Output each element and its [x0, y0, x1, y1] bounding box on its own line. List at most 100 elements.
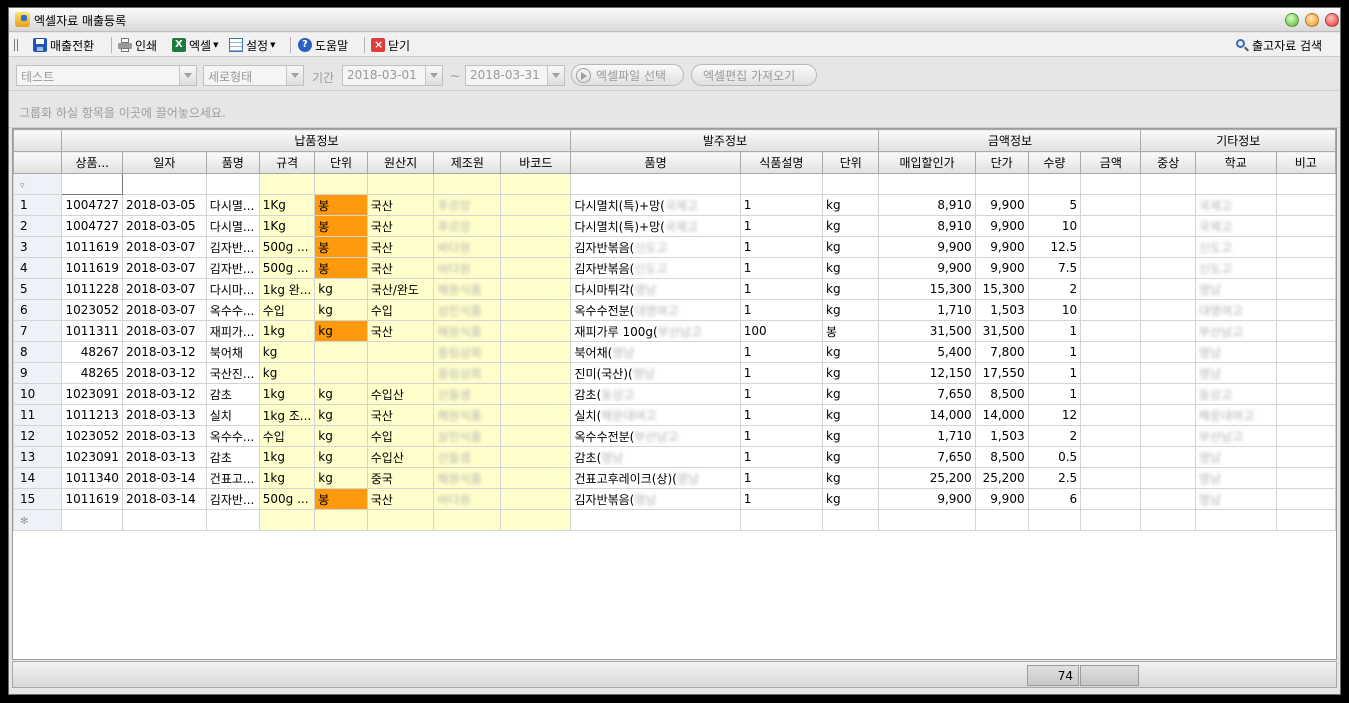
table-row[interactable]: 8 48267 2018-03-12 북어채 kg 용림상회 북어채(영남 1 kg 5,400 7… [13, 341, 1336, 363]
cell-unit[interactable]: kg [314, 299, 368, 321]
chevron-down-icon[interactable] [179, 66, 196, 85]
cell-order-name[interactable]: 감초(동상고 [570, 383, 741, 405]
cell-disc-price[interactable]: 14,000 [878, 404, 976, 426]
cell-note[interactable] [1275, 446, 1336, 468]
cell-unit-price[interactable]: 14,000 [974, 404, 1029, 426]
column-header[interactable]: 일자 [121, 151, 207, 174]
band-amount-info[interactable]: 금액정보 [878, 129, 1142, 152]
cell-date[interactable]: 2018-03-07 [121, 257, 207, 279]
cell-qty[interactable]: 10 [1027, 215, 1082, 237]
filter-cell[interactable] [61, 173, 123, 195]
cell-order-unit[interactable]: kg [822, 425, 880, 447]
chevron-down-icon[interactable] [547, 66, 564, 85]
cell-jungsang[interactable] [1140, 215, 1196, 237]
cell-barcode[interactable] [500, 362, 572, 384]
close-button[interactable]: × 닫기 [371, 37, 410, 53]
cell-school[interactable]: 동상고 [1194, 383, 1277, 405]
cell-name[interactable]: 감초 [205, 383, 260, 405]
cell-food-desc[interactable]: 1 [739, 341, 824, 363]
column-header[interactable]: 제조원 [433, 151, 502, 174]
cell-code[interactable]: 1011340 [61, 467, 123, 489]
cell-maker[interactable]: 용림상회 [433, 362, 502, 384]
new-row-cell[interactable] [1194, 509, 1277, 531]
cell-jungsang[interactable] [1140, 362, 1196, 384]
new-row-cell[interactable] [1140, 509, 1196, 531]
band-delivery-info[interactable]: 납품정보 [61, 129, 572, 152]
row-number[interactable]: 1 [13, 194, 63, 216]
cell-order-name[interactable]: 옥수수전분(대명여고 [570, 299, 741, 321]
new-row-cell[interactable] [1275, 509, 1336, 531]
chevron-down-icon[interactable] [425, 66, 442, 85]
cell-amount[interactable] [1080, 425, 1142, 447]
cell-origin[interactable]: 국산 [366, 257, 435, 279]
cell-origin[interactable]: 중국 [366, 467, 435, 489]
filter-cell[interactable] [1027, 173, 1082, 195]
cell-spec[interactable]: 1kg [258, 320, 316, 342]
column-header[interactable]: 단위 [314, 151, 368, 174]
cell-barcode[interactable] [500, 467, 572, 489]
cell-origin[interactable]: 국산 [366, 488, 435, 510]
cell-unit-price[interactable]: 9,900 [974, 257, 1029, 279]
filter-cell[interactable] [570, 173, 741, 195]
cell-barcode[interactable] [500, 320, 572, 342]
cell-barcode[interactable] [500, 236, 572, 258]
cell-note[interactable] [1275, 488, 1336, 510]
cell-qty[interactable]: 1 [1027, 341, 1082, 363]
row-number[interactable]: 8 [13, 341, 63, 363]
cell-code[interactable]: 1011619 [61, 488, 123, 510]
cell-qty[interactable]: 12.5 [1027, 236, 1082, 258]
column-header[interactable]: 품명 [570, 151, 741, 174]
cell-date[interactable]: 2018-03-12 [121, 383, 207, 405]
filter-cell[interactable] [433, 173, 502, 195]
cell-note[interactable] [1275, 404, 1336, 426]
cell-date[interactable]: 2018-03-07 [121, 278, 207, 300]
data-grid[interactable]: 납품정보 발주정보 금액정보 기타정보 상품... 일자 품명 규격 단위 원산… [12, 128, 1337, 660]
column-header[interactable]: 수량 [1027, 151, 1082, 174]
cell-food-desc[interactable]: 1 [739, 194, 824, 216]
cell-qty[interactable]: 6 [1027, 488, 1082, 510]
cell-order-unit[interactable]: kg [822, 299, 880, 321]
cell-unit[interactable]: 봉 [314, 215, 368, 237]
cell-jungsang[interactable] [1140, 278, 1196, 300]
date-to-picker[interactable]: 2018-03-31 [465, 65, 565, 86]
cell-name[interactable]: 김자반... [205, 236, 260, 258]
cell-date[interactable]: 2018-03-12 [121, 362, 207, 384]
cell-unit[interactable]: kg [314, 425, 368, 447]
cell-disc-price[interactable]: 9,900 [878, 488, 976, 510]
cell-unit[interactable]: 봉 [314, 488, 368, 510]
cell-disc-price[interactable]: 12,150 [878, 362, 976, 384]
cell-spec[interactable]: 수입 [258, 299, 316, 321]
cell-jungsang[interactable] [1140, 341, 1196, 363]
cell-name[interactable]: 다시멸... [205, 194, 260, 216]
cell-origin[interactable] [366, 341, 435, 363]
table-row[interactable]: 3 1011619 2018-03-07 김자반... 500g ... 봉 국산 바다원 김자… [13, 236, 1336, 258]
row-number[interactable]: 5 [13, 278, 63, 300]
convert-sales-button[interactable]: 매출전환 [33, 37, 94, 53]
cell-code[interactable]: 1011228 [61, 278, 123, 300]
band-order-info[interactable]: 발주정보 [570, 129, 880, 152]
cell-order-name[interactable]: 다시마튀각(영남 [570, 278, 741, 300]
cell-unit[interactable]: kg [314, 320, 368, 342]
table-row[interactable]: 2 1004727 2018-03-05 다시멸... 1Kg 봉 국산 푸르앙 다시멸치(특)… [13, 215, 1336, 237]
cell-food-desc[interactable]: 1 [739, 446, 824, 468]
cell-origin[interactable]: 수입산 [366, 383, 435, 405]
cell-name[interactable]: 북어채 [205, 341, 260, 363]
row-number[interactable]: 15 [13, 488, 63, 510]
filter-cell[interactable] [314, 173, 368, 195]
filter-cell[interactable] [1080, 173, 1142, 195]
cell-qty[interactable]: 1 [1027, 320, 1082, 342]
cell-disc-price[interactable]: 5,400 [878, 341, 976, 363]
cell-maker[interactable]: 용림상회 [433, 341, 502, 363]
row-number[interactable]: 13 [13, 446, 63, 468]
table-row[interactable]: 13 1023091 2018-03-13 감초 1kg kg 수입산 산들샘 감초(영남 1 kg… [13, 446, 1336, 468]
cell-note[interactable] [1275, 425, 1336, 447]
cell-disc-price[interactable]: 1,710 [878, 299, 976, 321]
cell-order-name[interactable]: 감초(영남 [570, 446, 741, 468]
cell-disc-price[interactable]: 8,910 [878, 215, 976, 237]
cell-unit-price[interactable]: 8,500 [974, 446, 1029, 468]
cell-unit[interactable] [314, 362, 368, 384]
cell-origin[interactable]: 국산 [366, 404, 435, 426]
cell-order-name[interactable]: 실치(해운대여고 [570, 404, 741, 426]
cell-order-name[interactable]: 옥수수전분(부산남고 [570, 425, 741, 447]
group-by-panel[interactable]: 그룹화 하실 항목을 이곳에 끌어놓으세요. [9, 92, 1340, 128]
